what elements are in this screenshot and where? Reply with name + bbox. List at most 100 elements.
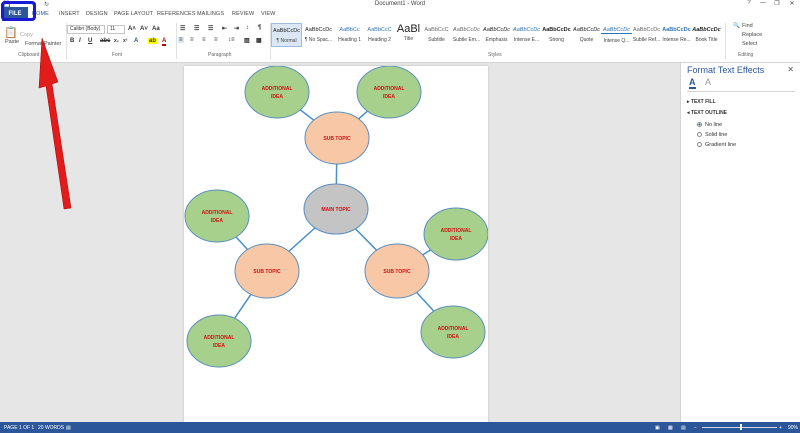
- idea-node-shape: [244, 66, 310, 119]
- tab-page-layout[interactable]: PAGE LAYOUT: [114, 11, 153, 17]
- copy-button[interactable]: Copy: [20, 32, 33, 38]
- shrink-font-icon[interactable]: A˅: [140, 26, 148, 32]
- decrease-indent-icon[interactable]: ⇤: [222, 25, 227, 32]
- print-layout-icon[interactable]: ▦: [668, 425, 673, 431]
- format-painter-button[interactable]: Format Painter: [25, 41, 61, 47]
- replace-button[interactable]: Replace: [742, 32, 762, 38]
- proofing-icon[interactable]: ▤: [66, 425, 71, 431]
- bold-icon[interactable]: B: [70, 38, 74, 44]
- highlight-icon[interactable]: ab: [148, 38, 158, 44]
- style-emphasis[interactable]: AaBbCcDc Emphasis: [481, 23, 512, 47]
- sub-topic-node-label: SUB TOPIC: [383, 269, 411, 275]
- paste-button[interactable]: Paste: [5, 39, 19, 45]
- grow-font-icon[interactable]: A˄: [128, 26, 136, 32]
- style-intense-emphasis[interactable]: AaBbCcDc Intense E...: [511, 23, 542, 47]
- idea-node: ADDITIONAL IDEA: [356, 66, 422, 119]
- mind-map-diagram: MAIN TOPIC SUB TOPIC SUB TOPIC SUB TOPIC ADD…: [184, 66, 488, 368]
- justify-icon[interactable]: ≡: [214, 37, 218, 43]
- style-quote[interactable]: AaBbCcDc Quote: [571, 23, 602, 47]
- sub-topic-node: SUB TOPIC: [304, 111, 370, 165]
- find-button[interactable]: Find: [742, 23, 753, 29]
- idea-node-label: IDEA: [213, 343, 225, 349]
- web-layout-icon[interactable]: ▤: [681, 425, 686, 431]
- align-center-icon[interactable]: ≡: [190, 37, 194, 43]
- idea-node-label: ADDITIONAL: [262, 86, 293, 92]
- zoom-slider-thumb[interactable]: [740, 424, 742, 430]
- document-page[interactable]: MAIN TOPIC SUB TOPIC SUB TOPIC SUB TOPIC ADD…: [184, 66, 488, 422]
- font-size-combo[interactable]: 11: [107, 25, 125, 34]
- align-right-icon[interactable]: ≡: [202, 37, 206, 43]
- text-effects-icon[interactable]: A: [134, 38, 138, 44]
- text-fill-outline-icon[interactable]: A: [689, 77, 696, 89]
- change-case-icon[interactable]: Aa: [152, 26, 160, 32]
- increase-indent-icon[interactable]: ⇥: [234, 25, 239, 32]
- style-name: Strong: [549, 37, 564, 43]
- text-fill-section[interactable]: ▸ TEXT FILL: [687, 99, 716, 105]
- restore-button[interactable]: ❐: [770, 0, 784, 9]
- style-strong[interactable]: AaBbCcDc Strong: [541, 23, 572, 47]
- zoom-in-button[interactable]: +: [779, 425, 782, 431]
- sort-icon[interactable]: ↕: [246, 25, 249, 31]
- close-icon[interactable]: ✕: [787, 65, 794, 74]
- shading-icon[interactable]: ▨: [244, 37, 250, 44]
- read-mode-icon[interactable]: ▣: [655, 425, 660, 431]
- tab-mailings[interactable]: MAILINGS: [197, 11, 224, 17]
- style-name: Title: [403, 36, 414, 42]
- style-no-spacing[interactable]: AaBbCcDc ¶ No Spac...: [303, 23, 334, 47]
- zoom-level[interactable]: 90%: [788, 425, 798, 431]
- underline-icon[interactable]: U: [88, 38, 92, 44]
- text-outline-section[interactable]: ◂ TEXT OUTLINE: [687, 110, 727, 116]
- solid-line-radio[interactable]: Solid line: [697, 132, 727, 138]
- tab-review[interactable]: REVIEW: [232, 11, 254, 17]
- tab-design[interactable]: DESIGN: [86, 11, 108, 17]
- show-marks-icon[interactable]: ¶: [258, 25, 261, 31]
- style-subtle-reference[interactable]: AaBbCcDc Subtle Ref...: [631, 23, 662, 47]
- help-button[interactable]: ?: [742, 0, 756, 9]
- find-icon[interactable]: 🔍: [733, 23, 740, 29]
- no-line-radio[interactable]: No line: [697, 122, 722, 128]
- zoom-out-button[interactable]: −: [694, 425, 697, 431]
- superscript-icon[interactable]: x²: [123, 38, 127, 44]
- paste-icon[interactable]: 📋: [4, 26, 18, 39]
- style-title[interactable]: AaBl Title: [393, 23, 424, 47]
- line-spacing-icon[interactable]: ↕≡: [228, 37, 235, 43]
- style-sample: AaBbCcC: [424, 27, 449, 33]
- document-area: MAIN TOPIC SUB TOPIC SUB TOPIC SUB TOPIC ADD…: [0, 63, 680, 422]
- bullets-icon[interactable]: ☰: [180, 25, 185, 32]
- minimize-button[interactable]: —: [756, 0, 770, 9]
- multilevel-list-icon[interactable]: ☰: [208, 25, 213, 32]
- select-button[interactable]: Select: [742, 41, 757, 47]
- radio-selected-icon: [697, 122, 702, 128]
- paragraph-group-label: Paragraph: [208, 52, 232, 58]
- style-intense-reference[interactable]: AaBbCcDc Intense Re...: [661, 23, 692, 47]
- align-left-icon[interactable]: ≡: [178, 37, 184, 43]
- style-subtitle[interactable]: AaBbCcC Subtitle: [421, 23, 452, 47]
- word-count[interactable]: 20 WORDS: [38, 425, 64, 431]
- tab-references[interactable]: REFERENCES: [157, 11, 196, 17]
- page-count[interactable]: PAGE 1 OF 1: [4, 425, 34, 431]
- style-heading-1[interactable]: AaBbCc Heading 1: [334, 23, 365, 47]
- subscript-icon[interactable]: x₂: [114, 38, 119, 44]
- italic-icon[interactable]: I: [79, 38, 81, 44]
- style-heading-2[interactable]: AaBbCcC Heading 2: [364, 23, 395, 47]
- close-button[interactable]: ✕: [785, 0, 799, 9]
- style-sample: AaBl: [396, 23, 421, 35]
- text-effects-icon[interactable]: A: [705, 77, 711, 87]
- font-color-icon[interactable]: A: [162, 38, 167, 46]
- style-subtle-emphasis[interactable]: AaBbCcDc Subtle Em...: [451, 23, 482, 47]
- borders-icon[interactable]: ▦: [256, 37, 262, 44]
- tab-view[interactable]: VIEW: [261, 11, 275, 17]
- style-sample: AaBbCcDc: [633, 27, 660, 33]
- style-book-title[interactable]: AaBbCcDc Book Title: [691, 23, 722, 47]
- tab-insert[interactable]: INSERT: [59, 11, 80, 17]
- style-normal[interactable]: AaBbCcDc ¶ Normal: [271, 23, 302, 47]
- style-intense-quote[interactable]: AaBbCcDc Intense Q...: [601, 23, 632, 47]
- style-sample: AaBbCcDc: [573, 27, 600, 33]
- numbering-icon[interactable]: ☰: [194, 25, 199, 32]
- strikethrough-icon[interactable]: abc: [100, 38, 110, 44]
- font-name-combo[interactable]: Calibri (Body): [67, 25, 105, 34]
- gradient-line-radio[interactable]: Gradient line: [697, 142, 736, 148]
- separator: [725, 23, 726, 59]
- pane-title: Format Text Effects: [687, 65, 765, 75]
- idea-node-label: ADDITIONAL: [204, 335, 235, 341]
